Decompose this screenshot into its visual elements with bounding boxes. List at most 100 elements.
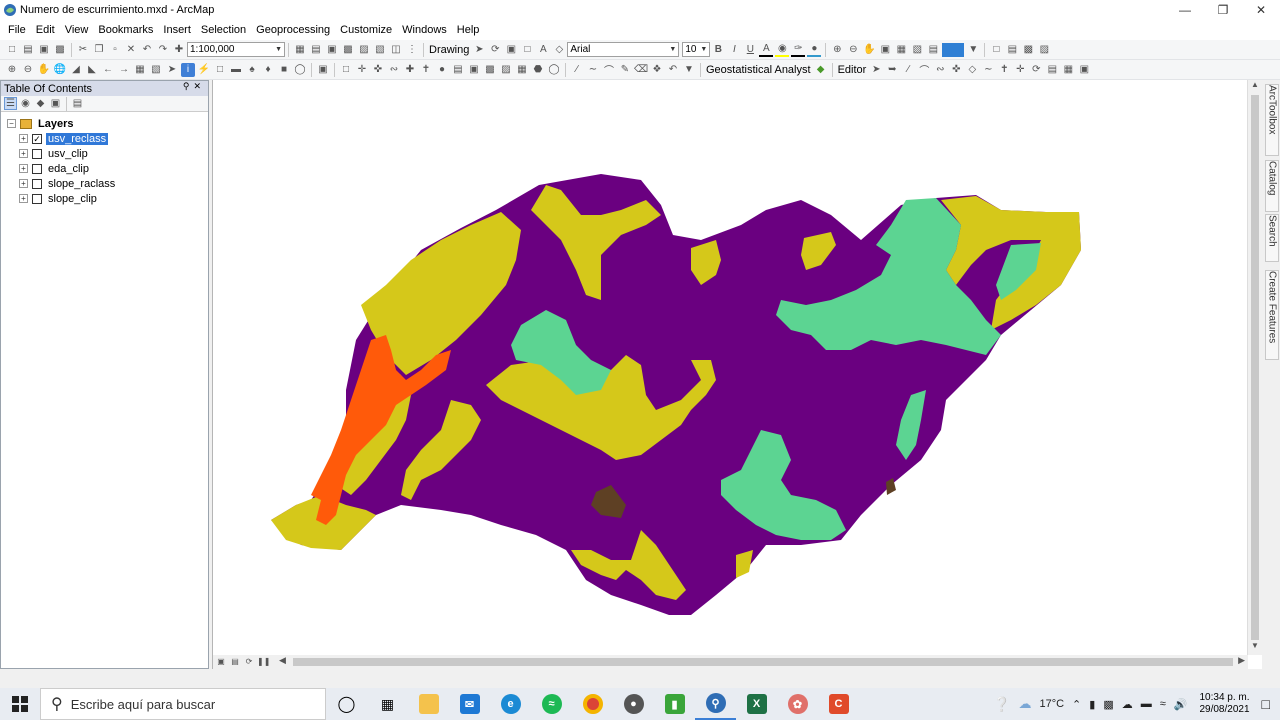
color-ramp-icon[interactable] [942,42,965,57]
geostatistical-wizard-icon[interactable]: ◆ [814,63,828,77]
zoom-whole-page-icon[interactable]: ▣ [504,43,518,57]
layer-row-slope-clip[interactable]: + slope_clip [19,191,99,206]
font-name-combo[interactable]: Arial ▼ [567,42,680,57]
pencil-icon[interactable]: ✎ [618,63,632,77]
temperature-label[interactable]: 17°C [1039,698,1064,710]
arccatalog-button[interactable]: ✿ [777,688,818,720]
expand-icon[interactable]: + [19,194,28,203]
line-icon[interactable]: ∕ [570,63,584,77]
layout-grid-icon[interactable]: ▦ [894,43,908,57]
clock[interactable]: 10:34 p. m. 29/08/2021 [1199,692,1249,716]
menu-customize[interactable]: Customize [335,21,397,39]
cut-polygons-icon[interactable]: ✝ [997,63,1011,77]
cut-icon[interactable]: ✂ [76,43,90,57]
eraser-icon[interactable]: ⌫ [634,63,648,77]
layer-label[interactable]: usv_reclass [46,132,109,145]
snap-icon[interactable]: ❖ [650,63,664,77]
pin-icon[interactable]: ⚲ [183,81,194,91]
zoom-in-icon[interactable]: ⊕ [5,63,19,77]
layout-zoom-out-icon[interactable]: ⊖ [846,43,860,57]
menu-insert[interactable]: Insert [158,21,196,39]
collapse-icon[interactable]: − [7,119,16,128]
toc-options-icon[interactable]: ▤ [71,97,84,110]
rectangle-icon[interactable]: □ [520,43,534,57]
list-by-source-icon[interactable]: ◉ [19,97,32,110]
trace-tool-icon[interactable]: ∾ [933,63,947,77]
font-color-icon[interactable]: A [759,43,774,57]
file-explorer-button[interactable] [408,688,449,720]
delete-icon[interactable]: ✕ [124,43,138,57]
tab-arctoolbox[interactable]: ArcToolbox [1265,84,1279,156]
layer-row-usv-reclass[interactable]: + ✓ usv_reclass [19,131,109,146]
layout-zoom-in-icon[interactable]: ⊕ [830,43,844,57]
sketch-properties-icon[interactable]: ▦ [1061,63,1075,77]
edit-vertices-icon[interactable]: ◇ [552,43,566,57]
edge-button[interactable]: e [490,688,531,720]
tab-search[interactable]: Search [1265,214,1279,262]
html-popup-icon[interactable]: □ [213,63,227,77]
toolbar-options-icon[interactable]: ⋮ [405,43,419,57]
chrome-profile-button[interactable]: ● [613,688,654,720]
point-icon[interactable]: ✜ [949,63,963,77]
go-back-icon[interactable]: ← [101,63,115,77]
expand-icon[interactable]: + [19,149,28,158]
data-view-tab-icon[interactable]: ▣ [215,657,227,668]
find-icon[interactable]: ♠ [245,63,259,77]
fill-color-icon[interactable]: ◉ [775,43,790,57]
layer-label[interactable]: slope_raclass [46,178,117,190]
split-tool-icon[interactable]: ✛ [1013,63,1027,77]
buffer-icon[interactable]: ▤ [451,63,465,77]
horizontal-scrollbar[interactable]: ▣ ▤ ⟳ ❚❚ ◀ ▶ [213,655,1248,669]
create-features-icon[interactable]: ▣ [1077,63,1091,77]
select-features-icon[interactable]: ▦ [133,63,147,77]
weather-icon[interactable]: ☁ [1018,696,1031,712]
spotify-button[interactable]: ≈ [531,688,572,720]
table-of-contents-icon[interactable]: ▤ [309,43,323,57]
menu-file[interactable]: File [3,21,31,39]
task-view-button[interactable]: ▦ [367,688,408,720]
italic-button[interactable]: I [727,43,741,57]
layer-visibility-checkbox[interactable] [32,163,42,174]
editor-toolbar-icon[interactable]: ▦ [293,43,307,57]
attributes-icon[interactable]: ▤ [1045,63,1059,77]
layer-row-eda-clip[interactable]: + eda_clip [19,161,91,176]
bold-button[interactable]: B [711,43,725,57]
microphone-icon[interactable]: ▮ [1089,698,1095,711]
select-elements-arrow-icon[interactable]: ➤ [165,63,179,77]
layout-rulers-icon[interactable]: ▤ [926,43,940,57]
line-color-icon[interactable]: ✑ [791,43,806,57]
color-dropdown-icon[interactable]: ▼ [966,43,980,57]
new-document-icon[interactable]: □ [5,43,19,57]
cortana-button[interactable]: ◯ [326,688,367,720]
layer-visibility-checkbox[interactable] [32,178,42,189]
wifi-icon[interactable]: ≈ [1160,698,1166,710]
expand-icon[interactable]: + [19,179,28,188]
undo-icon[interactable]: ↶ [140,43,154,57]
recorder-button[interactable]: C [818,688,859,720]
marker-color-icon[interactable]: ● [807,43,822,57]
layer-visibility-checkbox[interactable] [32,148,42,159]
scroll-left-icon[interactable]: ◀ [279,655,286,666]
menu-windows[interactable]: Windows [397,21,452,39]
split-icon[interactable]: ✛ [355,63,369,77]
vertical-scrollbar[interactable]: ▲ ▼ [1247,80,1262,655]
list-by-visibility-icon[interactable]: ◆ [34,97,47,110]
layout-pan-icon[interactable]: ✋ [862,43,876,57]
layer-label[interactable]: slope_clip [46,193,99,205]
zoom-out-icon[interactable]: ⊖ [21,63,35,77]
hyperlink-icon[interactable]: ⚡ [197,63,211,77]
minimize-button[interactable]: — [1166,0,1204,20]
layout-full-page-icon[interactable]: ▣ [878,43,892,57]
vertex-icon[interactable]: ✜ [371,63,385,77]
fixed-zoom-in-icon[interactable]: ◢ [69,63,83,77]
clear-selection-icon[interactable]: ▧ [149,63,163,77]
copy-icon[interactable]: ❐ [92,43,106,57]
trace-icon[interactable]: ✚ [403,63,417,77]
font-size-combo[interactable]: 10 ▼ [682,42,711,57]
reshape-feature-icon[interactable]: ∼ [981,63,995,77]
clip-icon[interactable]: ▨ [499,63,513,77]
refresh-view-icon[interactable]: ⟳ [243,657,255,668]
scroll-up-icon[interactable]: ▲ [1248,80,1262,94]
text-icon[interactable]: A [536,43,550,57]
drawing-menu[interactable]: Drawing [427,44,471,56]
